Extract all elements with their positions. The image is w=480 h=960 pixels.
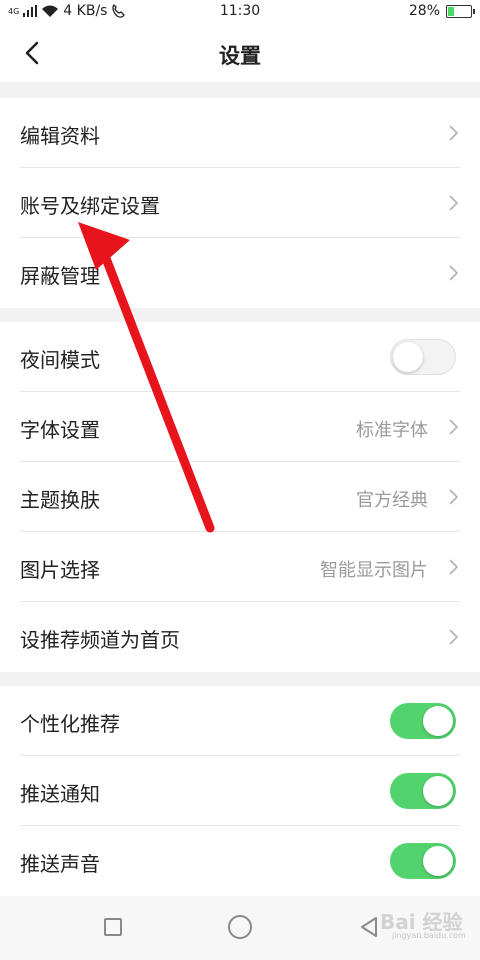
row-edit-profile[interactable]: 编辑资料: [0, 98, 480, 168]
watermark-url: jingyan.baidu.com: [392, 931, 466, 940]
nav-bar: 设置: [0, 24, 480, 82]
chevron-right-icon: [449, 265, 459, 281]
push-sound-toggle[interactable]: [390, 843, 456, 879]
chevron-right-icon: [449, 559, 459, 575]
home-icon[interactable]: [228, 915, 252, 939]
row-label: 推送声音: [20, 852, 100, 876]
row-label: 账号及绑定设置: [20, 194, 160, 218]
row-recommend-homepage[interactable]: 设推荐频道为首页: [0, 602, 480, 672]
battery-fill: [448, 6, 454, 16]
recent-apps-icon[interactable]: [104, 918, 122, 936]
row-label: 编辑资料: [20, 124, 100, 148]
row-label: 字体设置: [20, 418, 100, 442]
battery-percent: 28%: [408, 3, 440, 19]
status-right: 28%: [408, 3, 475, 19]
row-theme[interactable]: 主题换肤 官方经典: [0, 462, 480, 532]
row-block-management[interactable]: 屏蔽管理: [0, 238, 480, 308]
page-title: 设置: [219, 44, 261, 68]
row-value: 官方经典: [356, 490, 428, 511]
push-notification-toggle[interactable]: [390, 773, 456, 809]
row-image-selection[interactable]: 图片选择 智能显示图片: [0, 532, 480, 602]
row-value: 智能显示图片: [320, 560, 428, 581]
row-label: 个性化推荐: [20, 712, 120, 736]
row-label: 夜间模式: [20, 348, 100, 372]
toggle-knob: [423, 706, 453, 736]
row-account-binding[interactable]: 账号及绑定设置: [0, 168, 480, 238]
toggle-knob: [393, 342, 423, 372]
settings-group-notifications: 个性化推荐 推送通知 推送声音: [0, 686, 480, 896]
chevron-right-icon: [449, 125, 459, 141]
status-bar: 4G 4 KB/s 11:30 28%: [0, 0, 480, 24]
settings-group-account: 编辑资料 账号及绑定设置 屏蔽管理: [0, 98, 480, 308]
settings-group-display: 夜间模式 字体设置 标准字体 主题换肤 官方经典 图片选择 智能显示图片 设推荐…: [0, 322, 480, 672]
toggle-knob: [423, 776, 453, 806]
chevron-right-icon: [449, 195, 459, 211]
night-mode-toggle[interactable]: [390, 339, 456, 375]
row-night-mode: 夜间模式: [0, 322, 480, 392]
toggle-knob: [423, 846, 453, 876]
row-label: 主题换肤: [20, 488, 100, 512]
row-label: 屏蔽管理: [20, 264, 100, 288]
row-label: 推送通知: [20, 782, 100, 806]
row-font-settings[interactable]: 字体设置 标准字体: [0, 392, 480, 462]
chevron-right-icon: [449, 489, 459, 505]
row-personalized-recommend: 个性化推荐: [0, 686, 480, 756]
row-push-sound: 推送声音: [0, 826, 480, 896]
row-push-notification: 推送通知: [0, 756, 480, 826]
personalized-recommend-toggle[interactable]: [390, 703, 456, 739]
row-label: 设推荐频道为首页: [20, 628, 180, 652]
chevron-right-icon: [449, 629, 459, 645]
chevron-right-icon: [449, 419, 459, 435]
back-triangle-icon[interactable]: [358, 916, 380, 938]
row-label: 图片选择: [20, 558, 100, 582]
row-value: 标准字体: [356, 420, 428, 441]
battery-icon: [446, 4, 475, 18]
